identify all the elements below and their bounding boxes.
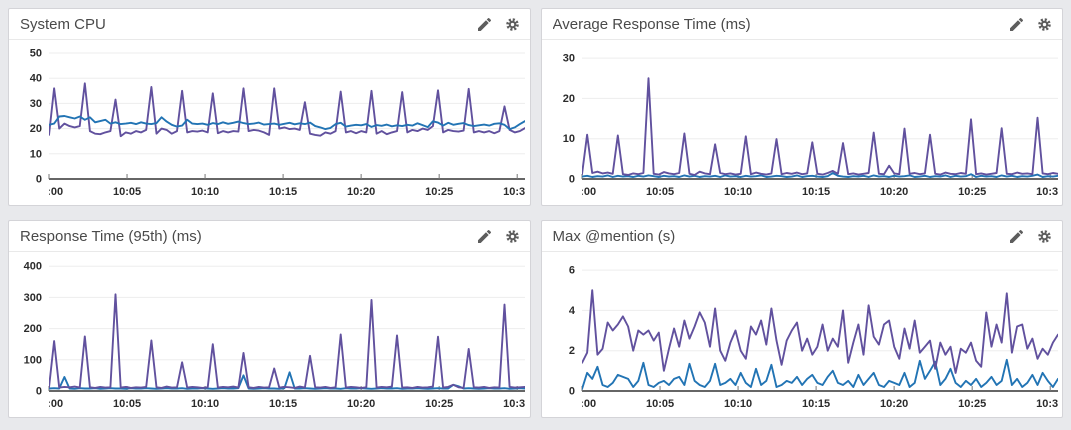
svg-text:10:30: 10:30: [503, 186, 530, 198]
svg-text:10:20: 10:20: [880, 186, 908, 198]
panel-header: System CPU: [9, 9, 530, 40]
svg-text:0: 0: [36, 386, 42, 398]
panel-title: Average Response Time (ms): [553, 16, 751, 33]
gear-icon[interactable]: [505, 229, 520, 244]
svg-text:10:20: 10:20: [347, 398, 375, 410]
panel-title: System CPU: [20, 16, 106, 33]
edit-icon[interactable]: [478, 230, 491, 243]
svg-text:10:00: 10:00: [567, 398, 595, 410]
svg-text:50: 50: [30, 48, 42, 60]
svg-text:10: 10: [30, 148, 42, 160]
gear-icon[interactable]: [1037, 17, 1052, 32]
panel-header: Response Time (95th) (ms): [9, 221, 530, 252]
panel-title: Max @mention (s): [553, 228, 676, 245]
svg-text:10:10: 10:10: [723, 398, 751, 410]
svg-text:10:00: 10:00: [567, 186, 595, 198]
svg-text:20: 20: [30, 123, 42, 135]
svg-text:100: 100: [24, 354, 42, 366]
gear-icon[interactable]: [1037, 229, 1052, 244]
svg-text:10:10: 10:10: [723, 186, 751, 198]
svg-text:10:15: 10:15: [802, 186, 830, 198]
panel-system-cpu: System CPU 0 10 20 30 40 50 10:00 10:05 10:10 10:…: [8, 8, 531, 206]
svg-text:10:30: 10:30: [1036, 398, 1063, 410]
svg-text:10:25: 10:25: [958, 398, 986, 410]
svg-text:10:30: 10:30: [503, 398, 530, 410]
svg-text:10:30: 10:30: [1036, 186, 1063, 198]
svg-text:10:00: 10:00: [35, 398, 63, 410]
gear-icon[interactable]: [505, 17, 520, 32]
svg-text:10:15: 10:15: [269, 186, 297, 198]
svg-text:10:15: 10:15: [802, 398, 830, 410]
panel-average-response-time: Average Response Time (ms) 0 10 20 30 10:00 1…: [541, 8, 1064, 206]
chart-system-cpu[interactable]: 0 10 20 30 40 50 10:00 10:05 10:10 10:15 10:20 10:2…: [9, 40, 530, 205]
svg-text:10:15: 10:15: [269, 398, 297, 410]
panel-actions: [996, 229, 1052, 244]
svg-text:0: 0: [568, 174, 574, 186]
panel-actions: [996, 17, 1052, 32]
chart-average-response-time[interactable]: 0 10 20 30 10:00 10:05 10:10 10:15 10:20 10:25 10:…: [542, 40, 1063, 205]
svg-text:300: 300: [24, 292, 42, 304]
edit-icon[interactable]: [1010, 230, 1023, 243]
svg-text:10:25: 10:25: [425, 398, 453, 410]
svg-text:10:05: 10:05: [113, 398, 141, 410]
panel-actions: [464, 17, 520, 32]
svg-text:10:10: 10:10: [191, 398, 219, 410]
panel-max-mention: Max @mention (s) 0 2 4 6 10:00 10:05 10:10 10:1…: [541, 220, 1064, 418]
svg-text:10:25: 10:25: [958, 186, 986, 198]
svg-text:20: 20: [562, 93, 574, 105]
svg-text:30: 30: [562, 53, 574, 65]
edit-icon[interactable]: [1010, 18, 1023, 31]
svg-text:10:20: 10:20: [347, 186, 375, 198]
svg-text:10:20: 10:20: [880, 398, 908, 410]
svg-text:10:25: 10:25: [425, 186, 453, 198]
svg-text:10:05: 10:05: [645, 398, 673, 410]
svg-text:4: 4: [568, 305, 575, 317]
dashboard: System CPU 0102030405010:0010:0510:1010:…: [0, 0, 1071, 430]
svg-text:6: 6: [568, 265, 574, 277]
svg-text:10:00: 10:00: [35, 186, 63, 198]
edit-icon[interactable]: [478, 18, 491, 31]
svg-text:0: 0: [568, 386, 574, 398]
svg-text:2: 2: [568, 345, 574, 357]
svg-text:10:10: 10:10: [191, 186, 219, 198]
panel-actions: [464, 229, 520, 244]
chart-max-mention[interactable]: 0 2 4 6 10:00 10:05 10:10 10:15 10:20 10:25 10:30: [542, 252, 1063, 417]
chart-response-time-95th[interactable]: 0 100 200 300 400 10:00 10:05 10:10 10:15 10:20 10…: [9, 252, 530, 417]
svg-text:400: 400: [24, 261, 42, 273]
svg-text:10:05: 10:05: [645, 186, 673, 198]
panel-header: Average Response Time (ms): [542, 9, 1063, 40]
svg-text:40: 40: [30, 73, 42, 85]
svg-text:10: 10: [562, 133, 574, 145]
svg-text:0: 0: [36, 174, 42, 186]
svg-text:30: 30: [30, 98, 42, 110]
panel-header: Max @mention (s): [542, 221, 1063, 252]
panel-response-time-95th: Response Time (95th) (ms) 0 100 200 300 400 1…: [8, 220, 531, 418]
panel-title: Response Time (95th) (ms): [20, 228, 202, 245]
svg-text:10:05: 10:05: [113, 186, 141, 198]
svg-text:200: 200: [24, 323, 42, 335]
